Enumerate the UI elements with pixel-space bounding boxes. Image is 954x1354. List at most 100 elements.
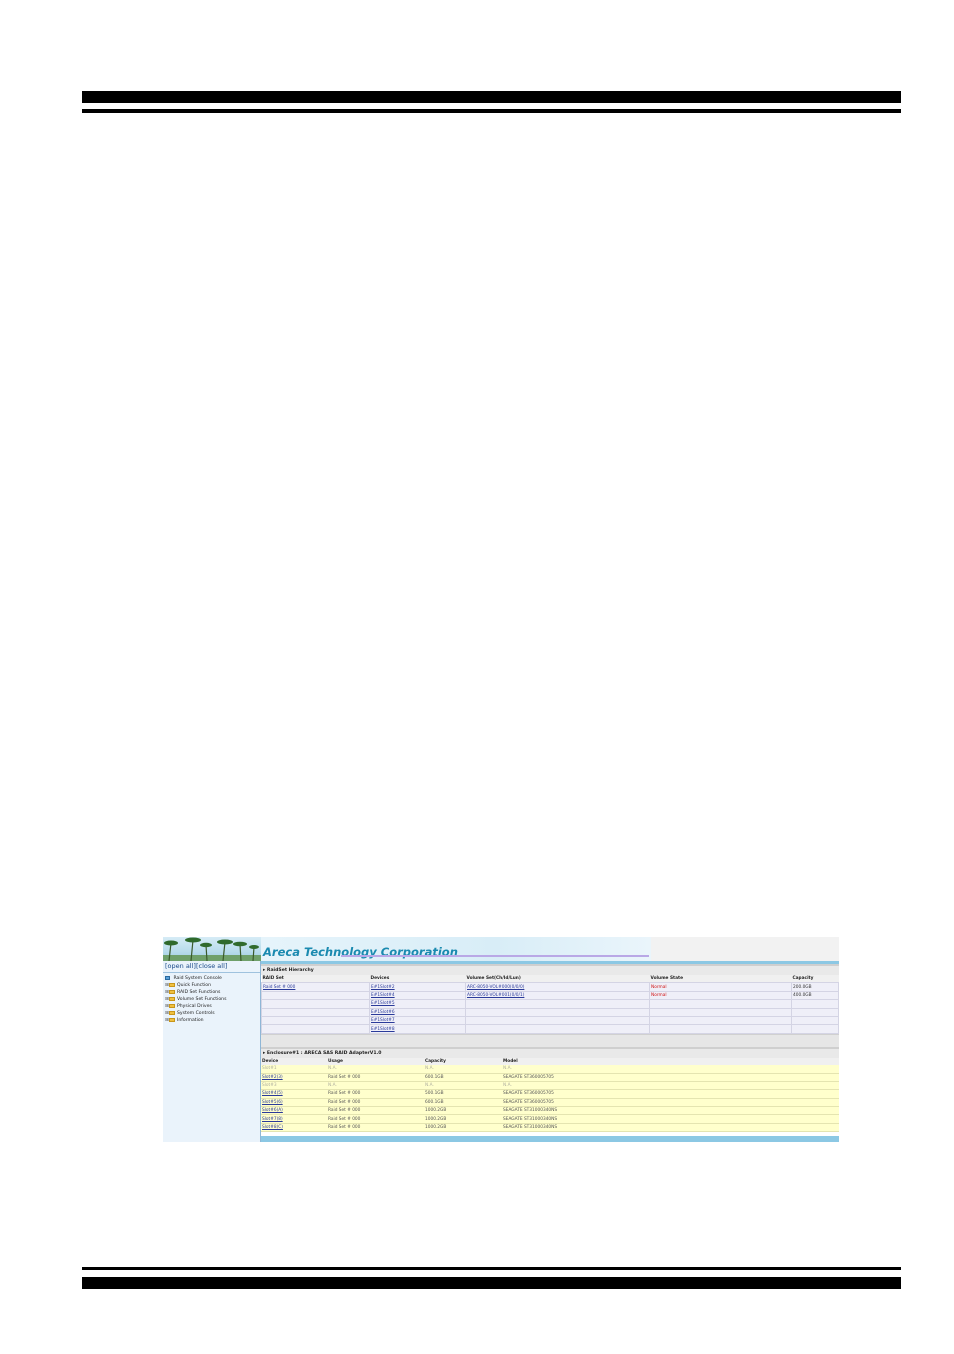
sidebar-item-volume-set-functions[interactable]: ⊞ Volume Set Functions	[165, 996, 226, 1003]
sidebar-item-information[interactable]: ⊞ Information	[165, 1017, 226, 1024]
enclosure-device-table: Device Usage Capacity Model Slot#1 N.A. N.…	[261, 1057, 839, 1133]
sidebar-item-system-controls[interactable]: ⊞ System Controls	[165, 1010, 226, 1017]
model-cell-text: SEAGATE ST31000340NS	[503, 1108, 558, 1114]
slot-cell-text[interactable]: Slot#6(A)	[262, 1108, 283, 1113]
usage-cell: Raid Set # 000	[327, 1089, 424, 1099]
raid-set-cell	[261, 1015, 370, 1026]
capacity-cell: 600.1GB	[424, 1073, 502, 1082]
column-header: Volume Set(Ch/Id/Lun)	[465, 975, 650, 983]
section-divider	[261, 1033, 839, 1047]
sidebar-item-label: Information	[177, 1018, 204, 1023]
slot-cell-text[interactable]: Slot#2(3)	[262, 1075, 283, 1080]
slot-cell: Slot#1	[261, 1065, 327, 1074]
capacity-cell: N.A.	[424, 1065, 502, 1074]
raid-set-cell	[261, 999, 370, 1009]
volume-set-cell	[465, 999, 650, 1009]
capacity-cell	[791, 1015, 839, 1026]
volume-state-cell-text: Normal	[651, 992, 667, 998]
web-console-screenshot: Areca Technology Corporation [open all][…	[163, 937, 839, 1142]
header-thin-rule	[82, 109, 901, 113]
open-close-all-links[interactable]: [open all][close all]	[163, 961, 260, 973]
main-content: ▸ RaidSet Hierarchy RAID Set Devices Vol…	[261, 961, 839, 1142]
header-thick-rule	[82, 91, 901, 103]
raidset-hierarchy-title-text: RaidSet Hierarchy	[266, 968, 314, 973]
table-row: Slot#4(5) Raid Set # 000 500.1GB SEAGATE ST…	[261, 1089, 839, 1099]
table-row: Raid Set # 000 E#1Slot#2 ARC-8050-VOL#000(…	[261, 982, 839, 992]
model-cell: SEAGATE ST31000340NS	[502, 1114, 839, 1124]
capacity-cell-text: 1000.2GB	[425, 1116, 447, 1122]
volume-set-cell-text[interactable]: ARC-8050-VOL#000(0/0/0)	[467, 985, 524, 990]
model-cell: SEAGATE ST31000340NS	[502, 1106, 839, 1116]
usage-cell-text: Raid Set # 000	[328, 1074, 361, 1080]
slot-cell: Slot#3	[261, 1081, 327, 1091]
capacity-cell: 1000.2GB	[424, 1114, 502, 1124]
model-cell-text: N.A.	[503, 1083, 512, 1089]
table-row: Slot#7(8) Raid Set # 000 1000.2GB SEAGATE S…	[261, 1114, 839, 1124]
sidebar-item-quick-function[interactable]: ⊞ Quick Function	[165, 982, 226, 989]
device-cell-text[interactable]: E#1Slot#2	[371, 985, 395, 990]
device-cell-text[interactable]: E#1Slot#7	[371, 1018, 395, 1023]
device-cell: E#1Slot#7	[369, 1015, 466, 1026]
raidset-hierarchy-title: ▸ RaidSet Hierarchy	[261, 964, 839, 975]
device-cell: E#1Slot#6	[369, 1007, 466, 1017]
company-logo-banner: Areca Technology Corporation	[261, 937, 651, 961]
slot-cell-text[interactable]: Slot#4(5)	[262, 1091, 283, 1096]
device-cell: E#1Slot#8	[369, 1024, 466, 1034]
raid-set-cell	[261, 1007, 370, 1017]
model-cell: SEAGATE ST360005705	[502, 1073, 839, 1082]
capacity-cell: 1000.2GB	[424, 1106, 502, 1116]
navigation-tree: Raid System Console ⊞ Quick Function ⊞ RAI…	[165, 975, 226, 1024]
table-row: Slot#5(6) Raid Set # 000 600.1GB SEAGATE ST…	[261, 1098, 839, 1108]
sidebar-item-label: System Controls	[177, 1011, 215, 1016]
table-row: Slot#1 N.A. N.A. N.A.	[261, 1065, 839, 1074]
sidebar-item-raid-set-functions[interactable]: ⊞ RAID Set Functions	[165, 989, 226, 996]
slot-cell-text[interactable]: Slot#5(6)	[262, 1100, 283, 1105]
slot-cell-text[interactable]: Slot#7(8)	[262, 1117, 283, 1122]
usage-cell-text: Raid Set # 000	[328, 1091, 361, 1097]
capacity-cell	[791, 1007, 839, 1017]
tree-root-label: Raid System Console	[173, 976, 222, 981]
folder-icon	[169, 982, 175, 987]
capacity-cell	[791, 1024, 839, 1034]
tree-root[interactable]: Raid System Console	[165, 975, 226, 982]
capacity-cell-text: 200.0GB	[793, 984, 812, 990]
usage-cell: N.A.	[327, 1065, 424, 1074]
volume-set-cell-text[interactable]: ARC-8050-VOL#001(0/0/1)	[467, 993, 524, 998]
capacity-cell-text: 400.0GB	[793, 992, 812, 998]
device-cell-text[interactable]: E#1Slot#6	[371, 1010, 395, 1015]
folder-icon	[169, 1003, 175, 1008]
raid-set-cell	[261, 1024, 370, 1034]
sidebar-item-label: Volume Set Functions	[177, 997, 227, 1002]
volume-set-cell: ARC-8050-VOL#001(0/0/1)	[465, 990, 650, 1001]
volume-state-cell	[649, 999, 792, 1009]
usage-cell: Raid Set # 000	[327, 1073, 424, 1082]
usage-cell-text: Raid Set # 000	[328, 1108, 361, 1114]
usage-cell-text: Raid Set # 000	[328, 1116, 361, 1122]
raid-set-cell-text[interactable]: Raid Set # 000	[263, 985, 295, 990]
slot-cell: Slot#6(A)	[261, 1106, 327, 1116]
slot-cell: Slot#8(C)	[261, 1123, 327, 1133]
device-cell-text[interactable]: E#1Slot#8	[371, 1027, 395, 1032]
device-cell-text[interactable]: E#1Slot#4	[371, 993, 395, 998]
capacity-cell: 600.1GB	[424, 1098, 502, 1108]
table-row: Slot#6(A) Raid Set # 000 1000.2GB SEAGATE S…	[261, 1106, 839, 1116]
usage-cell: Raid Set # 000	[327, 1098, 424, 1108]
sidebar-item-physical-drives[interactable]: ⊞ Physical Drives	[165, 1003, 226, 1010]
volume-state-cell: Normal	[649, 990, 792, 1001]
column-header: Device	[261, 1057, 327, 1066]
model-cell: N.A.	[502, 1081, 839, 1091]
slot-cell-text[interactable]: Slot#8(C)	[262, 1125, 283, 1130]
capacity-cell-text: 1000.2GB	[425, 1125, 447, 1131]
slot-cell: Slot#2(3)	[261, 1073, 327, 1082]
device-cell-text[interactable]: E#1Slot#5	[371, 1001, 395, 1006]
raidset-hierarchy-table: RAID Set Devices Volume Set(Ch/Id/Lun) V…	[261, 975, 839, 1034]
model-cell: N.A.	[502, 1065, 839, 1074]
device-cell: E#1Slot#2	[369, 982, 466, 992]
usage-cell-text: N.A.	[328, 1066, 337, 1072]
volume-set-cell	[465, 1024, 650, 1034]
table-row: E#1Slot#5	[261, 999, 839, 1009]
model-cell-text: SEAGATE ST360005705	[503, 1091, 554, 1097]
sidebar: [open all][close all] Raid System Consol…	[163, 961, 261, 1142]
model-cell-text: SEAGATE ST360005705	[503, 1074, 554, 1080]
capacity-cell-text: 1000.2GB	[425, 1108, 447, 1114]
